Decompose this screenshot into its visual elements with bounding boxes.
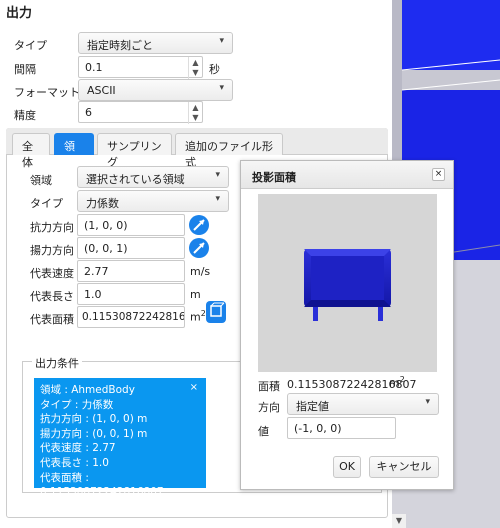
direction-value: (-1, 0, 0): [294, 422, 342, 435]
output-condition-card[interactable]: × 領域 : AhmedBody タイプ : 力係数 抗力方向 : (1, 0,…: [34, 378, 206, 498]
cube-icon: [210, 302, 225, 317]
spin-up-icon[interactable]: ▲: [192, 58, 198, 67]
value-label: 値: [258, 425, 269, 438]
chevron-down-icon: ▾: [219, 36, 224, 46]
dialog-area-unit-base: m: [389, 376, 400, 390]
panel-title: 出力: [6, 6, 33, 21]
dialog-area-unit: m2: [389, 375, 405, 390]
lift-direction-input[interactable]: (0, 0, 1): [77, 237, 185, 259]
condition-line-area: 代表面積 : 0.11530872242816807: [40, 471, 164, 499]
chevron-down-icon: ▾: [215, 194, 220, 204]
precision-value: 6: [85, 106, 92, 119]
force-type-label: タイプ: [30, 197, 63, 210]
precision-spinner[interactable]: ▲ ▼: [188, 102, 202, 124]
ref-length-input[interactable]: 1.0: [77, 283, 185, 305]
ref-length-label: 代表長さ: [30, 290, 74, 303]
dialog-header[interactable]: 投影面積 ×: [241, 161, 453, 189]
spin-down-icon[interactable]: ▼: [192, 113, 198, 122]
chevron-down-icon: ▾: [425, 397, 430, 407]
arrow-icon: [193, 242, 205, 254]
condition-line-length: 代表長さ : 1.0: [40, 456, 109, 469]
region-label: 領域: [30, 174, 52, 187]
tab-all[interactable]: 全体: [12, 133, 50, 169]
direction-label: 方向: [258, 401, 280, 414]
format-select-value: ASCII: [87, 84, 116, 97]
arrow-icon: [193, 219, 205, 231]
scroll-down-icon[interactable]: ▼: [392, 514, 406, 528]
force-type-value: 力係数: [86, 197, 119, 210]
precision-input[interactable]: 6 ▲ ▼: [78, 101, 203, 124]
dialog-title: 投影面積: [252, 171, 296, 184]
output-conditions-title: 出力条件: [32, 355, 82, 371]
close-icon[interactable]: ×: [432, 168, 445, 181]
precision-label: 精度: [14, 109, 36, 122]
interval-value: 0.1: [85, 61, 103, 74]
condition-line-region: 領域 : AhmedBody: [40, 384, 135, 396]
ahmed-body-preview: [304, 249, 391, 321]
drag-direction-pick-button[interactable]: [189, 215, 209, 235]
projected-area-button[interactable]: [206, 301, 226, 323]
ref-speed-label: 代表速度: [30, 267, 74, 280]
ref-length-unit: m: [190, 288, 201, 301]
type-select-value: 指定時刻ごと: [87, 39, 153, 52]
direction-select-value: 指定値: [296, 400, 329, 413]
force-type-select[interactable]: 力係数 ▾: [77, 190, 229, 212]
ref-area-label: 代表面積: [30, 313, 74, 326]
dialog-area-unit-sup: 2: [399, 375, 405, 384]
region-select-value: 選択されている領域: [86, 173, 185, 186]
tab-region[interactable]: 領域: [54, 133, 94, 169]
ref-area-unit-base: m: [190, 310, 201, 324]
model-preview: [258, 194, 437, 372]
spin-down-icon[interactable]: ▼: [192, 68, 198, 77]
direction-select[interactable]: 指定値 ▾: [287, 393, 439, 415]
ref-area-value: 0.11530872242816807: [82, 311, 185, 323]
ok-button[interactable]: OK: [333, 456, 361, 478]
condition-line-type: タイプ : 力係数: [40, 398, 114, 411]
interval-input[interactable]: 0.1 ▲ ▼: [78, 56, 203, 79]
lift-direction-label: 揚力方向: [30, 244, 74, 257]
chevron-down-icon: ▾: [219, 83, 224, 93]
ref-speed-value: 2.77: [84, 265, 109, 278]
drag-direction-label: 抗力方向: [30, 221, 74, 234]
condition-line-drag: 抗力方向 : (1, 0, 0) m: [40, 413, 148, 426]
projected-area-dialog: 投影面積 × 面積 0.11530872242816807 m2 方向 指定値 …: [240, 160, 454, 490]
drag-direction-value: (1, 0, 0): [84, 219, 128, 232]
chevron-down-icon: ▾: [215, 170, 220, 180]
interval-label: 間隔: [14, 63, 36, 76]
tab-additional-formats[interactable]: 追加のファイル形式: [175, 133, 283, 169]
direction-value-input[interactable]: (-1, 0, 0): [287, 417, 396, 439]
lift-direction-pick-button[interactable]: [189, 238, 209, 258]
cancel-button[interactable]: キャンセル: [369, 456, 439, 478]
dialog-area-label: 面積: [258, 380, 280, 393]
condition-line-speed: 代表速度 : 2.77: [40, 442, 116, 455]
condition-line-lift: 揚力方向 : (0, 0, 1) m: [40, 427, 148, 440]
spin-up-icon[interactable]: ▲: [192, 103, 198, 112]
region-select[interactable]: 選択されている領域 ▾: [77, 166, 229, 188]
close-icon[interactable]: ×: [190, 381, 198, 396]
interval-spinner[interactable]: ▲ ▼: [188, 57, 202, 79]
ref-speed-input[interactable]: 2.77: [77, 260, 185, 282]
lift-direction-value: (0, 0, 1): [84, 242, 128, 255]
type-select[interactable]: 指定時刻ごと ▾: [78, 32, 233, 54]
drag-direction-input[interactable]: (1, 0, 0): [77, 214, 185, 236]
ref-length-value: 1.0: [84, 288, 102, 301]
ref-area-unit: m2: [190, 309, 206, 324]
ref-speed-unit: m/s: [190, 265, 211, 278]
type-label: タイプ: [14, 39, 47, 52]
interval-unit: 秒: [209, 63, 220, 76]
ref-area-input[interactable]: 0.11530872242816807: [77, 306, 185, 328]
format-label: フォーマット: [14, 86, 80, 99]
tab-sampling[interactable]: サンプリング: [97, 133, 172, 169]
format-select[interactable]: ASCII ▾: [78, 79, 233, 101]
